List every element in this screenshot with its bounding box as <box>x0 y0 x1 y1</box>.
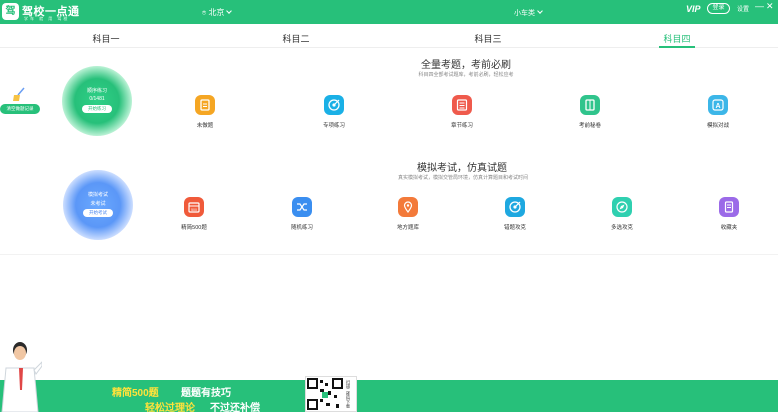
tile-wrong-questions[interactable]: 错题攻克 <box>495 197 535 231</box>
app-subtitle: 学车 就 用 驾校 <box>24 16 70 21</box>
tile-mock-battle[interactable]: A 模拟对战 <box>698 95 738 129</box>
subject-tabs: 科目一 科目二 科目三 科目四 <box>0 28 778 48</box>
tile-random-practice[interactable]: 随机练习 <box>282 197 322 231</box>
target-icon <box>324 95 344 115</box>
section2-title: 模拟考试，仿真试题 <box>417 163 507 174</box>
qr-caption: 扫描二维码下载 <box>346 380 351 408</box>
tile-label: 专项练习 <box>322 123 345 129</box>
broom-icon <box>13 87 25 101</box>
car-type-selector[interactable]: 小车类 <box>514 8 543 18</box>
list-icon <box>452 95 472 115</box>
tile-multi-choice[interactable]: 多选攻克 <box>602 197 642 231</box>
tile-label: 精简500题 <box>181 225 207 231</box>
chevron-down-icon <box>537 8 543 14</box>
tile-pre-exam-secret[interactable]: 考前秘卷 <box>570 95 610 129</box>
a-icon: A <box>708 95 728 115</box>
settings-button[interactable]: 设置 <box>737 4 749 13</box>
orb-progress: 0/1481 <box>89 96 105 102</box>
tile-label: 随机练习 <box>290 225 313 231</box>
close-button[interactable]: ✕ <box>766 1 774 12</box>
tile-favorites[interactable]: 收藏夹 <box>709 197 749 231</box>
city-selector[interactable]: ⌾ 北京 <box>202 7 233 18</box>
tile-label: 章节练习 <box>450 123 473 129</box>
book-icon <box>580 95 600 115</box>
active-tab-indicator <box>659 46 695 48</box>
svg-text:A: A <box>715 103 720 110</box>
tab-subject-3[interactable]: 科目三 <box>458 32 518 45</box>
mascot-figure <box>1 342 42 412</box>
tab-subject-4[interactable]: 科目四 <box>647 32 707 45</box>
tab-subject-1[interactable]: 科目一 <box>76 32 136 45</box>
svg-text:500: 500 <box>191 208 197 212</box>
banner-text-1: 题题有技巧 <box>181 388 231 399</box>
section2-subtitle: 真实模拟考试，模拟交管局环境，仿真计算题目和考试时间 <box>397 175 528 181</box>
target-icon <box>505 197 525 217</box>
chevron-down-icon <box>226 8 233 14</box>
login-button[interactable]: 登录 <box>707 3 730 14</box>
tab-subject-2[interactable]: 科目二 <box>266 32 326 45</box>
tile-label: 地方题库 <box>396 225 419 231</box>
vip-badge[interactable]: VIP <box>686 4 701 14</box>
banner-highlight-1: 精简500题 <box>112 388 159 399</box>
orb-title: 模拟考试 <box>87 192 108 198</box>
tile-special-practice[interactable]: 专项练习 <box>314 95 354 129</box>
orb-title: 顺序练习 <box>86 88 107 94</box>
location-icon <box>398 197 418 217</box>
location-pin-icon: ⌾ <box>202 10 207 17</box>
app-logo-icon: 驾 <box>2 3 19 20</box>
content-divider <box>0 254 778 255</box>
clear-records-button[interactable]: 清空做题记录 <box>0 104 40 114</box>
calendar-icon: 500 <box>184 197 204 217</box>
start-practice-button[interactable]: 开始练习 <box>82 105 112 113</box>
mock-exam-orb[interactable]: 模拟考试 未考试 开始考试 <box>63 170 133 240</box>
bookmark-icon <box>719 197 739 217</box>
tile-label: 错题攻克 <box>503 225 526 231</box>
tile-label: 模拟对战 <box>706 123 729 129</box>
compass-icon <box>612 197 632 217</box>
tile-label: 收藏夹 <box>720 225 738 231</box>
tile-500-questions[interactable]: 500 精简500题 <box>174 197 214 231</box>
tile-undone-questions[interactable]: 未做题 <box>185 95 225 129</box>
file-icon <box>195 95 215 115</box>
section1-title: 全量考题，考前必刷 <box>421 60 511 71</box>
city-label: 北京 <box>208 8 225 17</box>
tile-local-questions[interactable]: 地方题库 <box>388 197 428 231</box>
tile-label: 考前秘卷 <box>578 123 601 129</box>
shuffle-icon <box>292 197 312 217</box>
qr-code-icon <box>307 378 343 410</box>
start-exam-button[interactable]: 开始考试 <box>83 209 113 217</box>
orb-status: 未考试 <box>90 201 106 207</box>
car-type-label: 小车类 <box>514 10 535 17</box>
title-bar <box>0 0 778 24</box>
tile-chapter-practice[interactable]: 章节练习 <box>442 95 482 129</box>
tile-label: 多选攻克 <box>610 225 633 231</box>
minimize-button[interactable]: — <box>755 1 764 11</box>
section1-subtitle: 科目四全部考试题库，考前必刷，轻松应考 <box>418 72 514 78</box>
tile-label: 未做题 <box>196 123 214 129</box>
sequential-practice-orb[interactable]: 顺序练习 0/1481 开始练习 <box>62 66 132 136</box>
